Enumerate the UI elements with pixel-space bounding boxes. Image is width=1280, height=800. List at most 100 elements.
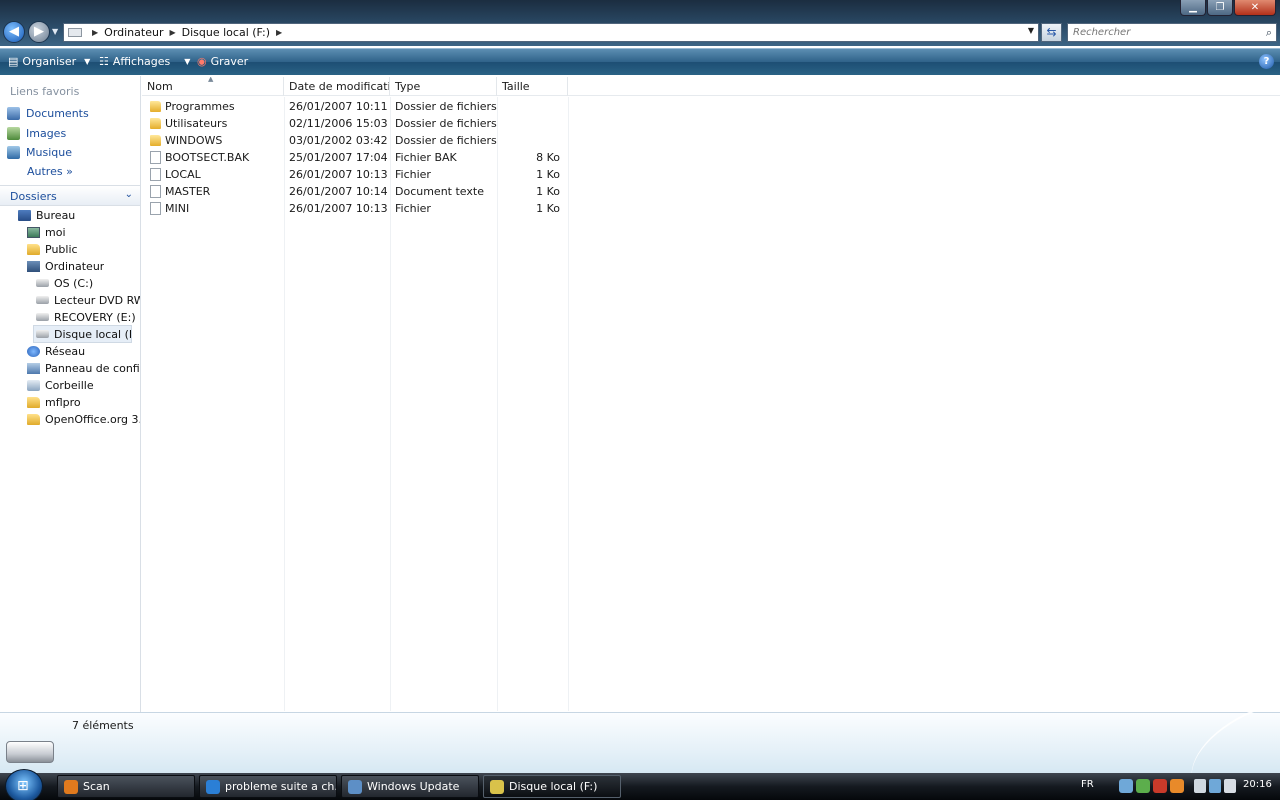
- list-item[interactable]: BOOTSECT.BAK 25/01/2007 17:04 Fichier BA…: [142, 149, 567, 166]
- folder-icon: [150, 118, 161, 129]
- forward-button[interactable]: ▶: [28, 21, 50, 43]
- tree-item-moi[interactable]: moi: [27, 224, 66, 240]
- file-name: MINI: [165, 202, 190, 215]
- column-label: Date de modificati...: [289, 80, 390, 93]
- tree-item-ordinateur[interactable]: Ordinateur: [27, 258, 104, 274]
- favorite-music[interactable]: Musique: [7, 144, 72, 161]
- help-icon[interactable]: ?: [1259, 54, 1274, 69]
- file-date: 26/01/2007 10:13: [289, 202, 388, 215]
- tray-app-icon[interactable]: [1153, 779, 1167, 793]
- tree-item-dvd[interactable]: Lecteur DVD RW (: [36, 292, 140, 308]
- drive-icon: [36, 279, 49, 287]
- list-item[interactable]: Utilisateurs 02/11/2006 15:03 Dossier de…: [142, 115, 567, 132]
- recent-pages-dropdown[interactable]: ▼: [52, 27, 58, 36]
- tree-item-os-c[interactable]: OS (C:): [36, 275, 93, 291]
- taskbar-item-scan[interactable]: Scan: [57, 775, 195, 798]
- breadcrumb-ordinateur[interactable]: Ordinateur: [104, 26, 163, 39]
- tree-label: Lecteur DVD RW (: [54, 293, 140, 307]
- back-button[interactable]: ◀: [3, 21, 25, 43]
- command-bar: ▤ Organiser ▼ ☷ Affichages ▼ ◉ Graver ?: [0, 48, 1280, 75]
- file-name: MASTER: [165, 185, 211, 198]
- volume-icon[interactable]: [1224, 779, 1236, 793]
- chevron-down-icon: ▼: [84, 57, 91, 66]
- list-item[interactable]: MASTER 26/01/2007 10:14 Document texte 1…: [142, 183, 567, 200]
- column-headers: ▲ Nom Date de modificati... Type Taille: [142, 77, 1280, 96]
- file-name: Utilisateurs: [165, 117, 228, 130]
- tray-firefox-icon[interactable]: [1170, 779, 1184, 793]
- tree-item-corbeille[interactable]: Corbeille: [27, 377, 94, 393]
- drive-icon: [36, 330, 49, 338]
- start-button[interactable]: ⊞: [5, 769, 43, 800]
- taskbar-item-explorer[interactable]: Disque local (F:): [483, 775, 621, 798]
- tree-label: Public: [45, 242, 78, 256]
- file-size: 1 Ko: [536, 185, 560, 198]
- address-bar[interactable]: ▶ Ordinateur ▶ Disque local (F:) ▶ ▼: [63, 23, 1039, 42]
- tree-item-openoffice[interactable]: OpenOffice.org 3.3: [27, 411, 140, 427]
- text-file-icon: [150, 185, 161, 198]
- language-indicator[interactable]: FR: [1081, 779, 1094, 790]
- network-status-icon[interactable]: [1209, 779, 1221, 793]
- column-header-date[interactable]: Date de modificati...: [284, 77, 390, 96]
- sort-ascending-icon: ▲: [208, 77, 214, 83]
- burn-button[interactable]: ◉ Graver: [197, 55, 248, 68]
- file-name: Programmes: [165, 100, 235, 113]
- file-icon: [150, 202, 161, 215]
- window-controls: ▁ ❐ ✕: [1180, 0, 1276, 16]
- tree-label: RECOVERY (E:): [54, 310, 136, 324]
- close-button[interactable]: ✕: [1234, 0, 1276, 16]
- tree-label: Ordinateur: [45, 259, 105, 273]
- burn-label: Graver: [210, 55, 249, 68]
- taskbar-item-windows-update[interactable]: Windows Update: [341, 775, 479, 798]
- refresh-icon: ⇆: [1046, 25, 1057, 39]
- breadcrumb-separator[interactable]: ▶: [276, 28, 282, 37]
- tray-security-icon[interactable]: [1136, 779, 1150, 793]
- breadcrumb-separator[interactable]: ▶: [92, 28, 98, 37]
- search-input[interactable]: [1073, 24, 1253, 41]
- favorite-images[interactable]: Images: [7, 125, 66, 142]
- battery-icon[interactable]: [1194, 779, 1206, 793]
- control-panel-icon: [27, 362, 40, 374]
- column-header-name[interactable]: ▲ Nom: [142, 77, 284, 96]
- clock[interactable]: 20:16: [1243, 779, 1272, 790]
- tree-label: OpenOffice.org 3.3: [45, 412, 140, 426]
- file-size: 1 Ko: [536, 168, 560, 181]
- file-type: Dossier de fichiers: [395, 134, 497, 147]
- breadcrumb-disque-local[interactable]: Disque local (F:): [182, 26, 270, 39]
- breadcrumb-separator[interactable]: ▶: [169, 28, 175, 37]
- tree-item-reseau[interactable]: Réseau: [27, 343, 85, 359]
- tree-item-disque-local-f[interactable]: Disque local (F:): [33, 325, 132, 343]
- column-header-type[interactable]: Type: [390, 77, 497, 96]
- search-icon[interactable]: ⌕: [1266, 26, 1272, 40]
- file-size: 1 Ko: [536, 202, 560, 215]
- folder-icon: [27, 396, 40, 408]
- more-favorites-link[interactable]: Autres »: [27, 165, 73, 178]
- address-dropdown-icon[interactable]: ▼: [1028, 26, 1034, 35]
- tree-item-bureau[interactable]: Bureau: [18, 207, 75, 223]
- list-item[interactable]: MINI 26/01/2007 10:13 Fichier 1 Ko: [142, 200, 567, 217]
- burn-disc-icon: ◉: [197, 55, 207, 68]
- tree-item-public[interactable]: Public: [27, 241, 78, 257]
- column-header-size[interactable]: Taille: [497, 77, 568, 96]
- tray-network-icon[interactable]: [1119, 779, 1133, 793]
- maximize-button[interactable]: ❐: [1207, 0, 1233, 16]
- list-item[interactable]: WINDOWS 03/01/2002 03:42 Dossier de fich…: [142, 132, 567, 149]
- folders-header[interactable]: Dossiers ⌄: [0, 185, 140, 206]
- tree-item-panneau[interactable]: Panneau de configu: [27, 360, 140, 376]
- tree-item-recovery[interactable]: RECOVERY (E:): [36, 309, 136, 325]
- views-button[interactable]: ☷ Affichages ▼: [99, 55, 190, 68]
- chevron-down-icon[interactable]: ⌄: [125, 189, 133, 200]
- taskbar-item-browser[interactable]: probleme suite a ch...: [199, 775, 337, 798]
- internet-explorer-icon: [206, 779, 220, 794]
- drive-icon: [36, 313, 49, 321]
- favorite-documents[interactable]: Documents: [7, 105, 89, 122]
- organize-button[interactable]: ▤ Organiser ▼: [8, 55, 90, 68]
- minimize-button[interactable]: ▁: [1180, 0, 1206, 16]
- organize-icon: ▤: [8, 55, 19, 68]
- search-box[interactable]: ⌕: [1067, 23, 1277, 42]
- file-date: 03/01/2002 03:42: [289, 134, 388, 147]
- refresh-button[interactable]: ⇆: [1041, 23, 1062, 42]
- list-item[interactable]: Programmes 26/01/2007 10:11 Dossier de f…: [142, 98, 567, 115]
- list-item[interactable]: LOCAL 26/01/2007 10:13 Fichier 1 Ko: [142, 166, 567, 183]
- file-date: 02/11/2006 15:03: [289, 117, 388, 130]
- tree-item-mflpro[interactable]: mflpro: [27, 394, 81, 410]
